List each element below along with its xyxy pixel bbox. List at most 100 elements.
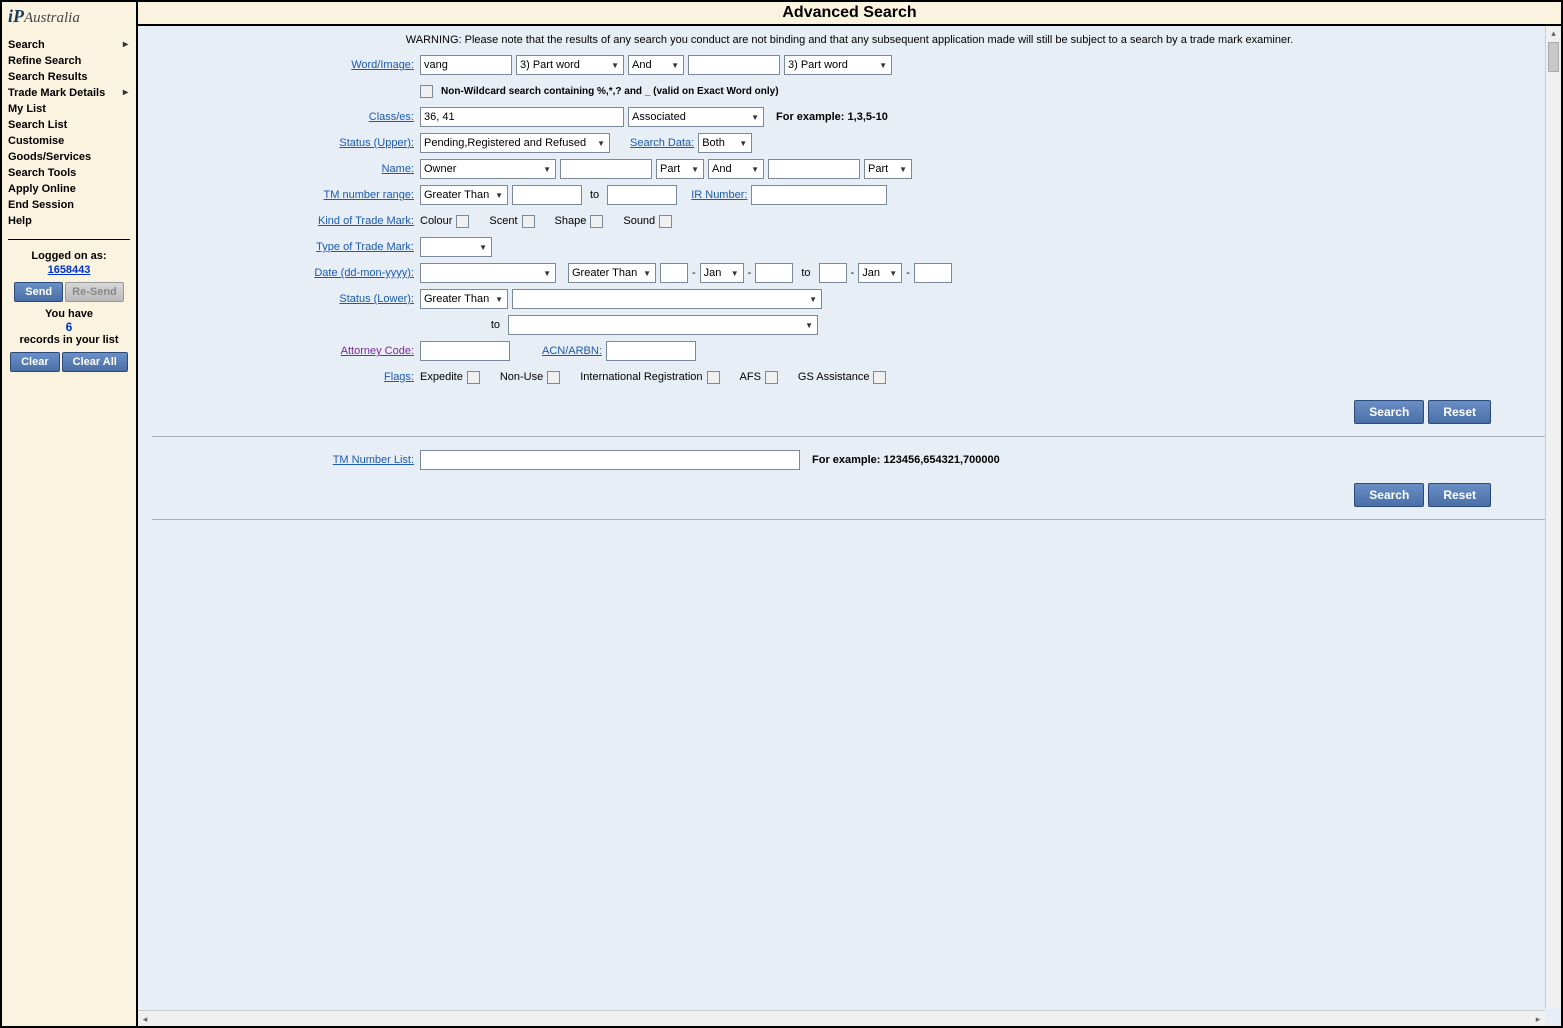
name-match-select-1[interactable]: Part [656,159,704,179]
word-input-1[interactable] [420,55,512,75]
date-day1-input[interactable] [660,263,688,283]
kind-shape-checkbox[interactable] [590,215,603,228]
class-mode-select[interactable]: Associated [628,107,764,127]
date-label[interactable]: Date (dd-mon-yyyy): [314,267,414,279]
search-form: Word/Image: 3) Part word And 3) Part wor… [148,54,1551,520]
type-tm-select[interactable] [420,237,492,257]
flag-intl-label: International Registration [580,371,702,383]
nav-item-search-tools[interactable]: Search Tools [8,165,130,181]
kind-sound-checkbox[interactable] [659,215,672,228]
kind-scent-checkbox[interactable] [522,215,535,228]
date-dash1: - [692,267,696,279]
nav-item-trade-mark-details[interactable]: Trade Mark Details [8,85,130,101]
reset-button-2[interactable]: Reset [1428,483,1491,507]
search-data-select[interactable]: Both [698,133,752,153]
nav-item-end-session[interactable]: End Session [8,197,130,213]
name-input-2[interactable] [768,159,860,179]
acn-arbn-input[interactable] [606,341,696,361]
send-row: Send Re-Send [8,282,130,302]
flag-expedite-checkbox[interactable] [467,371,480,384]
nav-item-my-list[interactable]: My List [8,101,130,117]
session-id[interactable]: 1658443 [8,264,130,276]
clear-button[interactable]: Clear [10,352,60,372]
acn-arbn-label[interactable]: ACN/ARBN: [542,345,602,357]
search-button-1[interactable]: Search [1354,400,1424,424]
clear-all-button[interactable]: Clear All [62,352,128,372]
flag-gs-checkbox[interactable] [873,371,886,384]
horizontal-scrollbar[interactable] [138,1010,1545,1026]
wildcard-checkbox[interactable] [420,85,433,98]
flag-intl-checkbox[interactable] [707,371,720,384]
word-match-select-2[interactable]: 3) Part word [784,55,892,75]
flag-afs-checkbox[interactable] [765,371,778,384]
vertical-scrollbar[interactable] [1545,26,1561,1008]
kind-tm-label[interactable]: Kind of Trade Mark: [318,215,414,227]
nav-item-customise[interactable]: Customise [8,133,130,149]
ir-number-input[interactable] [751,185,887,205]
date-year1-input[interactable] [755,263,793,283]
attorney-code-label[interactable]: Attorney Code: [341,345,414,357]
tm-range-from-input[interactable] [512,185,582,205]
ir-number-label[interactable]: IR Number: [691,189,747,201]
tm-list-hint: For example: 123456,654321,700000 [812,454,1000,466]
kind-shape-label: Shape [555,215,587,227]
reset-button-1[interactable]: Reset [1428,400,1491,424]
records-label: records in your list [8,334,130,346]
flag-gs-label: GS Assistance [798,371,870,383]
status-lower-op-select[interactable]: Greater Than [420,289,508,309]
tm-number-list-label[interactable]: TM Number List: [333,454,414,466]
kind-sound-label: Sound [623,215,655,227]
date-mon1-select[interactable]: Jan [700,263,744,283]
date-dash4: - [906,267,910,279]
flag-expedite-label: Expedite [420,371,463,383]
date-year2-input[interactable] [914,263,952,283]
status-upper-label[interactable]: Status (Upper): [339,137,414,149]
name-label[interactable]: Name: [382,163,414,175]
date-op-select[interactable]: Greater Than [568,263,656,283]
word-op-select[interactable]: And [628,55,684,75]
logged-on-label: Logged on as: [8,250,130,262]
word-match-select-1[interactable]: 3) Part word [516,55,624,75]
page-title: Advanced Search [138,2,1561,26]
status-upper-select[interactable]: Pending,Registered and Refused [420,133,610,153]
date-mon2-select[interactable]: Jan [858,263,902,283]
tm-range-label[interactable]: TM number range: [324,189,414,201]
name-op-select[interactable]: And [708,159,764,179]
status-lower-from-select[interactable] [512,289,822,309]
date-day2-input[interactable] [819,263,847,283]
word-input-2[interactable] [688,55,780,75]
tm-number-list-input[interactable] [420,450,800,470]
flag-nonuse-checkbox[interactable] [547,371,560,384]
you-have-label: You have [8,308,130,320]
nav-item-apply-online[interactable]: Apply Online [8,181,130,197]
status-lower-label[interactable]: Status (Lower): [339,293,414,305]
nav-item-search-results[interactable]: Search Results [8,69,130,85]
word-image-label[interactable]: Word/Image: [351,59,414,71]
classes-input[interactable] [420,107,624,127]
search-data-label[interactable]: Search Data: [630,137,694,149]
search-button-2[interactable]: Search [1354,483,1424,507]
type-tm-label[interactable]: Type of Trade Mark: [316,241,414,253]
record-count: 6 [8,320,130,334]
nav-item-goods-services[interactable]: Goods/Services [8,149,130,165]
flags-label[interactable]: Flags: [384,371,414,383]
wildcard-hint: Non-Wildcard search containing %,*,? and… [441,86,779,97]
tm-range-op-select[interactable]: Greater Than [420,185,508,205]
kind-colour-checkbox[interactable] [456,215,469,228]
tm-range-to-input[interactable] [607,185,677,205]
send-button[interactable]: Send [14,282,63,302]
date-type-select[interactable] [420,263,556,283]
status-lower-to-select[interactable] [508,315,818,335]
logo-au: Australia [24,10,80,26]
attorney-code-input[interactable] [420,341,510,361]
name-type-select[interactable]: Owner [420,159,556,179]
classes-label[interactable]: Class/es: [369,111,414,123]
main-panel: Advanced Search WARNING: Please note tha… [138,2,1561,1026]
nav-item-help[interactable]: Help [8,213,130,229]
nav-item-search[interactable]: Search [8,37,130,53]
name-match-select-2[interactable]: Part [864,159,912,179]
nav-item-search-list[interactable]: Search List [8,117,130,133]
nav-item-refine-search[interactable]: Refine Search [8,53,130,69]
name-input-1[interactable] [560,159,652,179]
sidebar: iPAustralia SearchRefine SearchSearch Re… [2,2,138,1026]
